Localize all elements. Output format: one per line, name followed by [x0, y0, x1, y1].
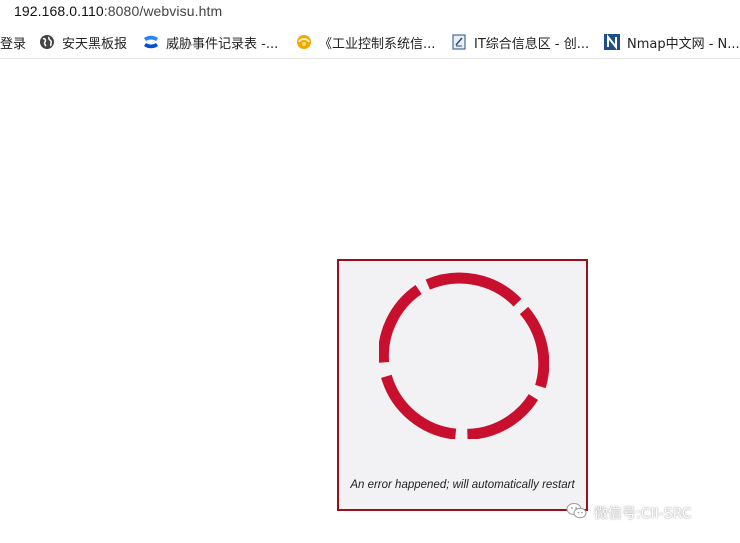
spinner-icon [379, 272, 549, 439]
bookmark-threat-log[interactable]: 威胁事件记录表 -... [143, 32, 278, 52]
bookmark-label: 《工业控制系统信... [319, 36, 436, 52]
bookmark-label: 安天黑板报 [62, 36, 128, 52]
bookmark-login[interactable]: 登录 [0, 32, 26, 52]
error-panel: An error happened; will automatically re… [337, 259, 588, 511]
bookmark-label: 登录 [0, 36, 27, 52]
address-bar[interactable]: 192.168.0.110:8080/webvisu.htm [0, 0, 740, 24]
bookmarks-bar: 登录 安天黑板报 威胁事件记录表 -... 《工业控制系统信... IT综合信息… [0, 26, 740, 59]
watermark: 微信号:CII-SRC [566, 500, 692, 526]
bookmark-ics-security[interactable]: 《工业控制系统信... [296, 32, 435, 52]
bookmark-label: IT综合信息区 - 创... [474, 36, 590, 52]
page-icon [451, 34, 467, 50]
n-logo-icon [604, 34, 620, 50]
bookmark-label: 威胁事件记录表 -... [166, 36, 279, 52]
wechat-icon [566, 502, 588, 524]
bookmark-nmap[interactable]: Nmap中文网 - N... [604, 32, 740, 52]
url-host: 192.168.0.110 [14, 3, 104, 19]
url-path: :8080/webvisu.htm [103, 3, 223, 19]
bookmark-it-info[interactable]: IT综合信息区 - 创... [451, 32, 589, 52]
sun-icon [296, 34, 312, 50]
bookmark-label: Nmap中文网 - N... [627, 36, 740, 52]
watermark-text: 微信号:CII-SRC [594, 506, 692, 522]
error-message: An error happened; will automatically re… [350, 479, 575, 491]
globe-icon [39, 34, 55, 50]
bookmark-antiy[interactable]: 安天黑板报 [39, 32, 127, 52]
url-text[interactable]: 192.168.0.110:8080/webvisu.htm [14, 3, 222, 19]
confluence-icon [143, 34, 159, 50]
